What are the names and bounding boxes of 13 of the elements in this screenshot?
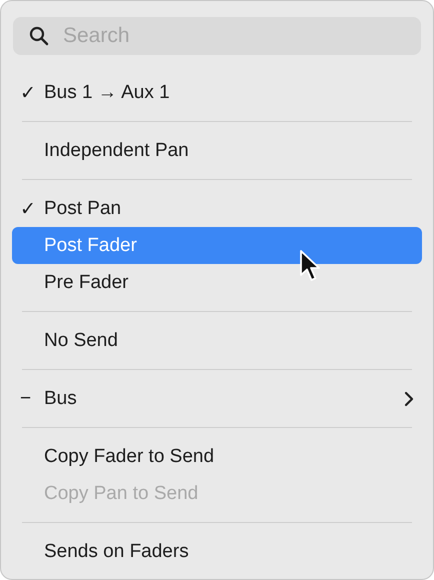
menu-item[interactable]: − Bus [12, 380, 422, 417]
cursor-icon [299, 249, 323, 283]
menu-item-mark: ✓ [20, 198, 36, 220]
menu-item[interactable]: Copy Fader to Send [12, 438, 422, 475]
menu-item-mark: ✓ [20, 82, 36, 104]
menu-item[interactable]: Sends on Faders [12, 533, 422, 570]
menu-item[interactable]: No Send [12, 322, 422, 359]
chevron-right-icon [404, 390, 414, 406]
menu-item[interactable]: Independent Pan [12, 132, 422, 169]
menu-item-mark: − [20, 388, 32, 410]
menu-item[interactable]: ✓ Bus 1 → Aux 1 [12, 74, 422, 111]
menu-item[interactable]: ✓ Post Pan [12, 190, 422, 227]
menu-item[interactable]: Pre Fader [12, 264, 422, 301]
